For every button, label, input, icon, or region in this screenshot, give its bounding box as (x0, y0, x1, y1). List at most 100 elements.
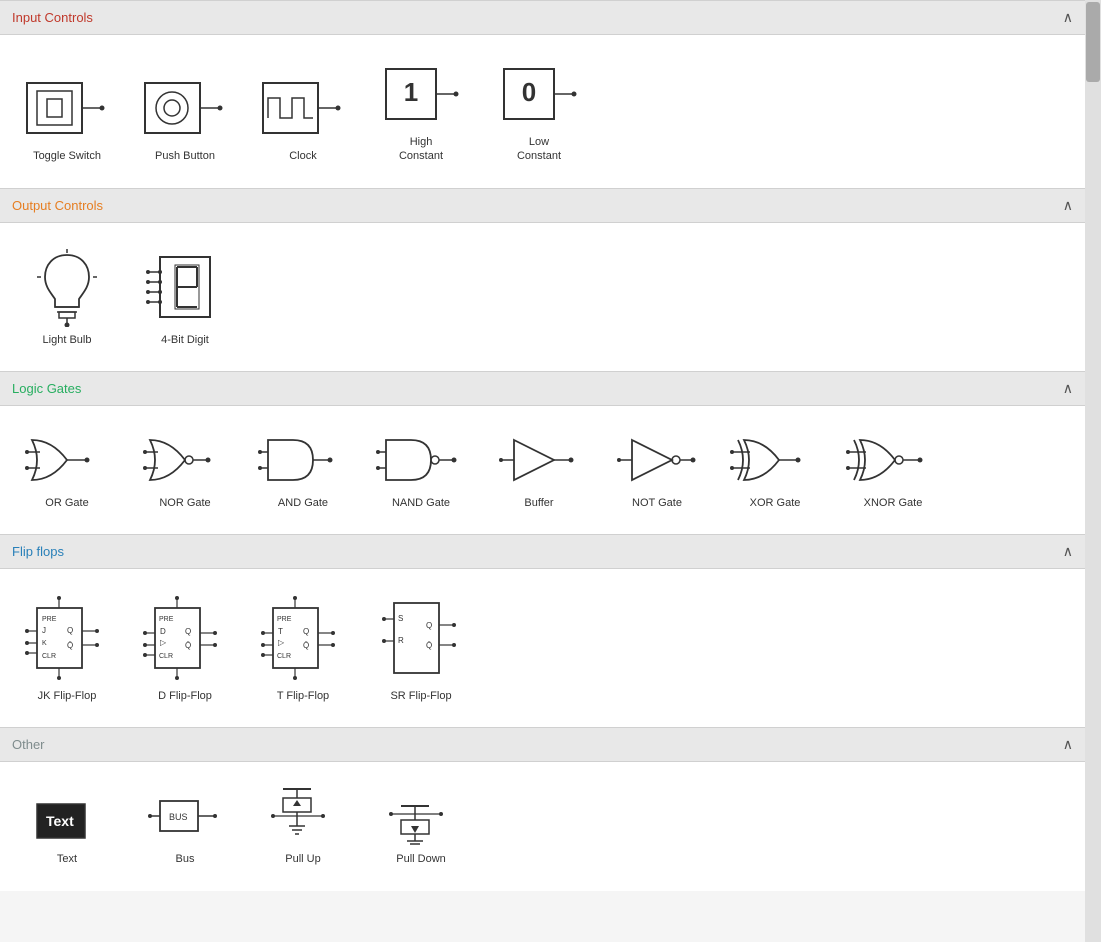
light-bulb-icon (27, 247, 107, 327)
clock-icon (258, 73, 348, 143)
other-chevron: ∧ (1063, 736, 1073, 753)
pull-down-item[interactable]: Pull Down (366, 778, 476, 874)
toggle-switch-item[interactable]: Toggle Switch (12, 65, 122, 171)
input-controls-title: Input Controls (12, 10, 93, 25)
t-flipflop-item[interactable]: PRE T ▷ CLR Q Q̄ T (248, 585, 358, 711)
output-controls-title: Output Controls (12, 198, 103, 213)
other-title: Other (12, 737, 45, 752)
xnor-gate-item[interactable]: XNOR Gate (838, 422, 948, 518)
toggle-switch-label: Toggle Switch (33, 149, 101, 163)
svg-text:Q̄: Q̄ (185, 641, 191, 650)
pull-down-label: Pull Down (396, 852, 446, 866)
output-controls-chevron: ∧ (1063, 197, 1073, 214)
and-gate-label: AND Gate (278, 496, 328, 510)
xor-gate-item[interactable]: XOR Gate (720, 422, 830, 518)
svg-text:Q: Q (303, 627, 309, 636)
svg-text:Q̄: Q̄ (303, 641, 309, 650)
four-bit-digit-item[interactable]: 4-Bit Digit (130, 239, 240, 355)
four-bit-digit-icon (140, 247, 230, 327)
d-flipflop-item[interactable]: PRE D ▷ CLR Q Q̄ D (130, 585, 240, 711)
svg-text:PRE: PRE (277, 616, 292, 623)
or-gate-icon (22, 430, 112, 490)
svg-text:▷: ▷ (278, 638, 285, 647)
svg-text:Q: Q (67, 626, 73, 635)
other-header[interactable]: Other ∧ (0, 727, 1085, 762)
flip-flops-header[interactable]: Flip flops ∧ (0, 534, 1085, 569)
jk-flipflop-item[interactable]: PRE J K CLR Q Q̄ (12, 585, 122, 711)
pull-up-item[interactable]: Pull Up (248, 778, 358, 874)
main-panel[interactable]: Input Controls ∧ Toggle Switch (0, 0, 1085, 942)
svg-text:PRE: PRE (159, 616, 174, 623)
buffer-item[interactable]: Buffer (484, 422, 594, 518)
t-flipflop-icon: PRE T ▷ CLR Q Q̄ (253, 593, 353, 683)
output-controls-header[interactable]: Output Controls ∧ (0, 188, 1085, 223)
svg-text:1: 1 (404, 77, 418, 107)
light-bulb-label: Light Bulb (43, 333, 92, 347)
push-button-icon (140, 73, 230, 143)
bus-item[interactable]: BUS Bus (130, 778, 240, 874)
high-constant-label: HighConstant (399, 135, 443, 164)
input-controls-content: Toggle Switch Push Button (0, 35, 1085, 188)
pull-up-label: Pull Up (285, 852, 320, 866)
not-gate-icon (617, 430, 697, 490)
svg-text:Q̄: Q̄ (67, 641, 73, 650)
light-bulb-item[interactable]: Light Bulb (12, 239, 122, 355)
and-gate-item[interactable]: AND Gate (248, 422, 358, 518)
and-gate-icon (258, 430, 348, 490)
nand-gate-label: NAND Gate (392, 496, 450, 510)
xor-gate-icon (730, 430, 820, 490)
pull-down-icon (381, 786, 461, 846)
svg-text:Q: Q (426, 621, 432, 630)
toggle-switch-icon (22, 73, 112, 143)
clock-label: Clock (289, 149, 317, 163)
nand-gate-icon (376, 430, 466, 490)
nor-gate-icon (140, 430, 230, 490)
sr-flipflop-item[interactable]: S R Q Q̄ SR Flip-Flop (366, 585, 476, 711)
svg-text:PRE: PRE (42, 616, 57, 623)
xnor-gate-icon (846, 430, 941, 490)
input-controls-header[interactable]: Input Controls ∧ (0, 0, 1085, 35)
flip-flops-chevron: ∧ (1063, 543, 1073, 560)
svg-text:J: J (42, 626, 46, 635)
text-item[interactable]: Text Text (12, 788, 122, 874)
jk-flipflop-label: JK Flip-Flop (38, 689, 97, 703)
svg-text:R: R (398, 636, 404, 645)
logic-gates-header[interactable]: Logic Gates ∧ (0, 371, 1085, 406)
low-constant-item[interactable]: 0 LowConstant (484, 51, 594, 172)
push-button-label: Push Button (155, 149, 215, 163)
svg-text:▷: ▷ (160, 638, 167, 647)
sr-flipflop-label: SR Flip-Flop (390, 689, 451, 703)
sr-flipflop-icon: S R Q Q̄ (376, 593, 466, 683)
clock-item[interactable]: Clock (248, 65, 358, 171)
svg-text:BUS: BUS (169, 812, 188, 822)
svg-text:K: K (42, 640, 47, 647)
nand-gate-item[interactable]: NAND Gate (366, 422, 476, 518)
svg-text:0: 0 (522, 77, 536, 107)
or-gate-item[interactable]: OR Gate (12, 422, 122, 518)
output-controls-content: Light Bulb (0, 223, 1085, 371)
push-button-item[interactable]: Push Button (130, 65, 240, 171)
high-constant-item[interactable]: 1 HighConstant (366, 51, 476, 172)
d-flipflop-icon: PRE D ▷ CLR Q Q̄ (135, 593, 235, 683)
input-controls-chevron: ∧ (1063, 9, 1073, 26)
scrollbar-track[interactable] (1085, 0, 1101, 942)
scrollbar-thumb[interactable] (1086, 2, 1100, 82)
four-bit-digit-label: 4-Bit Digit (161, 333, 209, 347)
not-gate-item[interactable]: NOT Gate (602, 422, 712, 518)
svg-text:CLR: CLR (159, 653, 173, 660)
logic-gates-content: OR Gate NOR Gate (0, 406, 1085, 534)
nor-gate-label: NOR Gate (159, 496, 210, 510)
buffer-label: Buffer (524, 496, 553, 510)
svg-text:D: D (160, 627, 166, 636)
logic-gates-chevron: ∧ (1063, 380, 1073, 397)
bus-label: Bus (176, 852, 195, 866)
flip-flops-content: PRE J K CLR Q Q̄ (0, 569, 1085, 727)
svg-text:CLR: CLR (277, 653, 291, 660)
pull-up-icon (263, 786, 343, 846)
flip-flops-title: Flip flops (12, 544, 64, 559)
nor-gate-item[interactable]: NOR Gate (130, 422, 240, 518)
svg-text:Q̄: Q̄ (426, 641, 432, 650)
high-constant-icon: 1 (376, 59, 466, 129)
d-flipflop-label: D Flip-Flop (158, 689, 212, 703)
svg-text:Q: Q (185, 627, 191, 636)
